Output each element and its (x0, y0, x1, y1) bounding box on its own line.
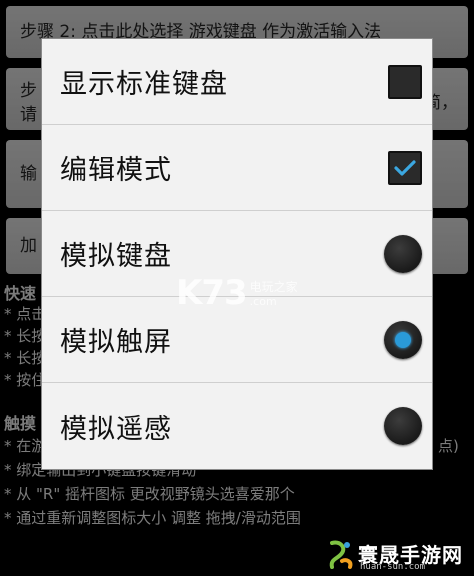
checkbox-unchecked[interactable] (388, 64, 422, 99)
radio-dot-icon (395, 331, 411, 348)
radio-unselected[interactable] (384, 407, 422, 445)
watermark-en: .com (249, 295, 277, 308)
menu-item-simulate-joystick[interactable]: 模拟遥感 (42, 383, 432, 469)
radio-selected[interactable] (384, 320, 422, 359)
site-url: huan-sun.com (360, 562, 426, 572)
keyboard-mode-dialog: 显示标准键盘 编辑模式 模拟键盘 模拟触屏 模拟遥感 (41, 38, 433, 470)
k73-watermark: K73 电玩之家 .com (176, 273, 298, 313)
radio-unselected[interactable] (384, 234, 422, 273)
menu-item-label: 显示标准键盘 (60, 69, 228, 100)
watermark-logo: K73 (176, 273, 248, 313)
site-logo-icon (326, 539, 354, 571)
menu-item-show-standard-keyboard[interactable]: 显示标准键盘 (42, 39, 432, 125)
menu-item-label: 模拟触屏 (60, 327, 172, 358)
menu-item-edit-mode[interactable]: 编辑模式 (42, 125, 432, 211)
checkbox-checked[interactable] (388, 150, 422, 185)
menu-item-label: 模拟遥感 (60, 413, 172, 445)
menu-item-label: 模拟键盘 (60, 241, 172, 272)
menu-item-label: 编辑模式 (60, 155, 172, 186)
watermark-cn: 电玩之家 (249, 280, 298, 294)
checkmark-icon (394, 159, 416, 176)
corner-site-logo: 寰晟手游网 huan-sun.com (326, 534, 474, 576)
